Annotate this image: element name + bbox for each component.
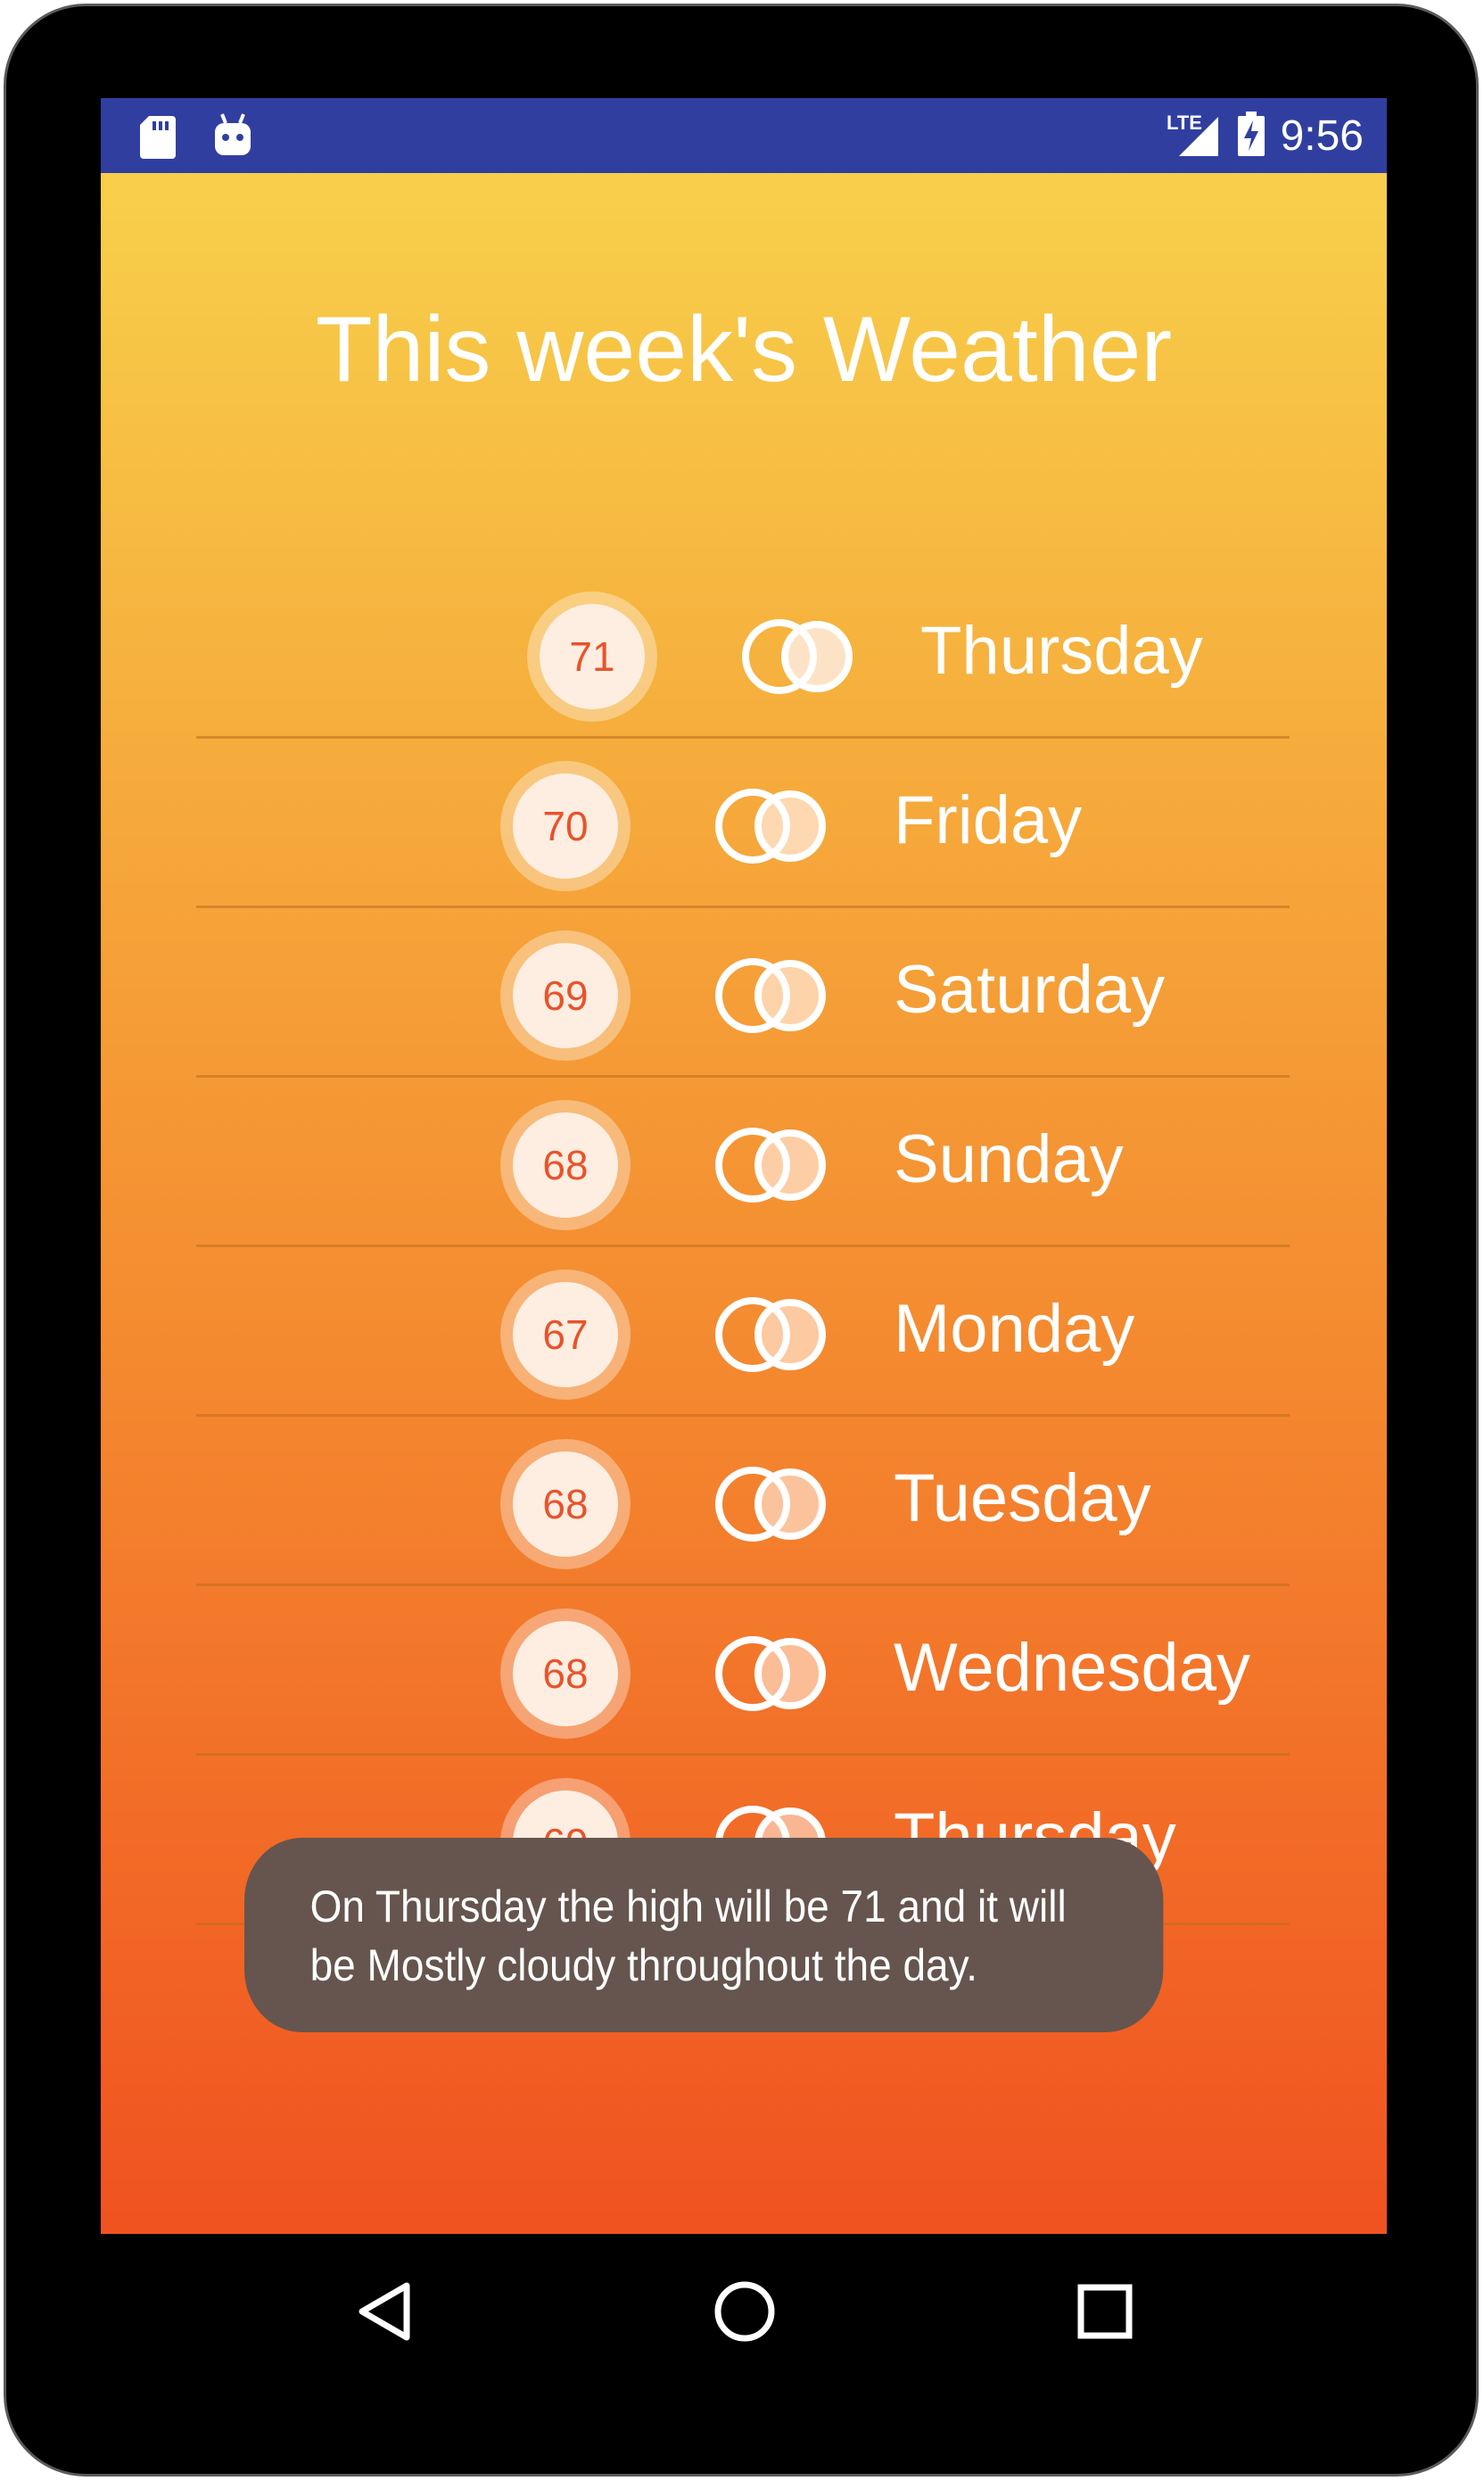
- day-label: Tuesday: [894, 1460, 1151, 1536]
- cloud-icon: [742, 619, 853, 694]
- toast-line-1: On Thursday the high will be 71 and it w…: [309, 1881, 1067, 1931]
- forecast-row[interactable]: 69 Saturday: [196, 908, 1290, 1078]
- temperature-badge: 68: [500, 1609, 631, 1739]
- temperature-badge: 71: [527, 591, 657, 722]
- day-label: Thursday: [920, 613, 1203, 689]
- forecast-row[interactable]: 70 Friday: [196, 739, 1290, 908]
- toast-line-2: be Mostly cloudy throughout the day.: [309, 1940, 977, 1990]
- day-label: Sunday: [894, 1121, 1124, 1197]
- cloud-icon: [715, 1636, 826, 1711]
- cloud-icon: [715, 789, 826, 864]
- back-triangle-icon: [359, 2282, 410, 2341]
- cloud-icon: [715, 1467, 826, 1542]
- sd-card-icon: [140, 116, 176, 162]
- day-label: Wednesday: [894, 1630, 1250, 1706]
- cloud-icon: [715, 1297, 826, 1372]
- temperature-badge: 68: [500, 1100, 631, 1230]
- back-button[interactable]: [346, 2273, 423, 2350]
- temperature-value: 67: [513, 1282, 618, 1387]
- cloud-icon: [715, 958, 826, 1033]
- android-icon: [213, 112, 252, 162]
- day-label: Saturday: [894, 952, 1166, 1028]
- day-label: Friday: [894, 782, 1083, 858]
- navigation-bar: [0, 2234, 1484, 2386]
- temperature-value: 68: [513, 1112, 618, 1218]
- home-circle-icon: [714, 2281, 775, 2342]
- forecast-row[interactable]: 68 Tuesday: [196, 1417, 1290, 1586]
- recents-square-icon: [1077, 2284, 1133, 2339]
- temperature-badge: 70: [500, 761, 631, 891]
- svg-text:LTE: LTE: [1167, 112, 1202, 134]
- status-right: LTE 9:56: [1167, 98, 1364, 173]
- recents-button[interactable]: [1067, 2273, 1143, 2350]
- page-title: This week's Weather: [315, 298, 1173, 401]
- temperature-value: 68: [513, 1621, 618, 1726]
- battery-charging-icon: [1237, 112, 1265, 160]
- day-label: Monday: [894, 1291, 1135, 1367]
- home-button[interactable]: [706, 2273, 783, 2350]
- temperature-value: 68: [513, 1451, 618, 1557]
- cloud-icon: [715, 1128, 826, 1203]
- temperature-value: 69: [513, 943, 618, 1048]
- clock: 9:56: [1280, 112, 1364, 160]
- forecast-row[interactable]: 68 Wednesday: [196, 1586, 1290, 1756]
- toast-message: On Thursday the high will be 71 and it w…: [244, 1838, 1164, 2032]
- temperature-badge: 68: [500, 1439, 631, 1569]
- forecast-row[interactable]: 67 Monday: [196, 1247, 1290, 1417]
- temperature-value: 70: [513, 773, 618, 879]
- device: LTE 9:56 This week's Weather 71 Thursday…: [0, 0, 1484, 2481]
- lte-signal-icon: LTE: [1167, 110, 1222, 161]
- temperature-badge: 67: [500, 1269, 631, 1400]
- status-bar: LTE 9:56: [101, 98, 1387, 173]
- temperature-value: 71: [540, 604, 645, 709]
- forecast-list: 71 Thursday 70 Friday 69 Saturday 68 Sun…: [196, 569, 1290, 1925]
- screen: LTE 9:56 This week's Weather 71 Thursday…: [101, 98, 1387, 2234]
- temperature-badge: 69: [500, 930, 631, 1061]
- forecast-row[interactable]: 68 Sunday: [196, 1078, 1290, 1247]
- forecast-row[interactable]: 71 Thursday: [196, 569, 1290, 739]
